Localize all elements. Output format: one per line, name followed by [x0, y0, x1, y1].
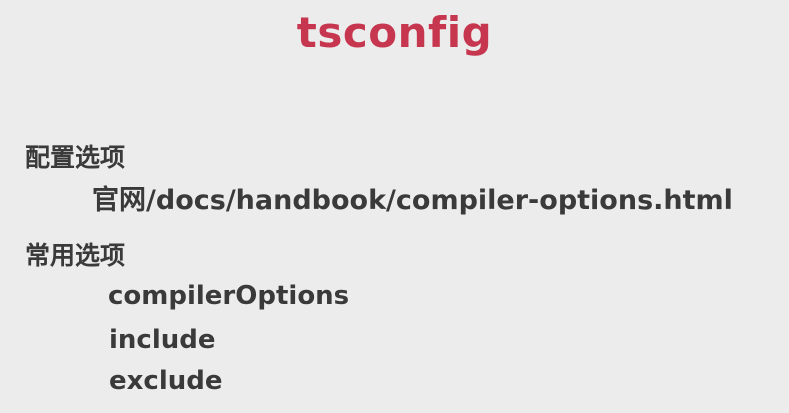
option-exclude: exclude — [109, 366, 223, 396]
option-include: include — [109, 325, 216, 355]
config-options-heading: 配置选项 — [25, 143, 126, 172]
common-options-heading: 常用选项 — [25, 241, 126, 270]
slide-title: tsconfig — [296, 8, 493, 57]
option-compiler-options: compilerOptions — [108, 281, 350, 311]
compiler-options-url: 官网/docs/handbook/compiler-options.html — [92, 185, 733, 216]
